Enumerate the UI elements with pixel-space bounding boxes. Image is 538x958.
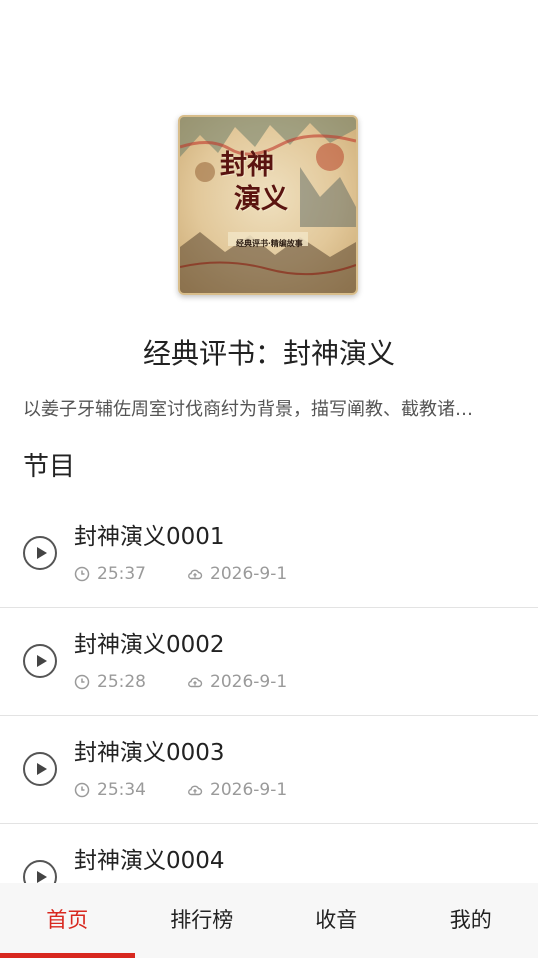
nav-mine[interactable]: 我的 [404,883,538,958]
cover-title: 封神 演义 [220,149,300,217]
episode-title: 封神演义0001 [74,524,225,550]
episode-title: 封神演义0002 [74,632,225,658]
play-icon[interactable] [23,752,57,786]
episode-meta: 25:34 2026-9-1 [74,780,287,800]
episode-date: 2026-9-1 [210,564,288,584]
nav-mine-label: 我的 [449,908,492,932]
book-title: 经典评书：封神演义 [142,337,395,370]
nav-radio-label: 收音 [315,908,358,932]
cover-subtitle: 经典评书·精编故事 [236,238,303,248]
episode-date: 2026-9-1 [210,672,288,692]
episode-item[interactable]: 封神演义0002 25:28 2026-9-1 [0,608,538,716]
nav-home[interactable]: 首页 [0,883,135,958]
upload-cloud-icon [188,677,203,688]
episode-date: 2026-9-1 [210,780,288,800]
upload-cloud-icon [188,569,203,580]
cover-title-line1: 封神 [220,150,274,181]
episode-duration: 25:28 [97,672,146,692]
play-icon[interactable] [23,644,57,678]
page: 封神 演义 经典评书·精编故事 经典评书：封神演义 以姜子牙辅佐周室讨伐商纣为背… [0,0,538,958]
episode-item[interactable]: 封神演义0001 25:37 2026-9-1 [0,500,538,608]
section-title: 节目 [23,452,76,482]
book-cover-image: 封神 演义 经典评书·精编故事 [178,115,358,295]
episode-list: 封神演义0001 25:37 2026-9-1 封神演义0002 25:28 2… [0,500,538,932]
cover-title-line2: 演义 [234,184,288,215]
active-tab-indicator [0,953,135,958]
nav-home-label: 首页 [46,908,89,932]
episode-duration: 25:34 [97,780,146,800]
bottom-navigation: 首页 排行榜 收音 我的 [0,883,538,958]
episode-meta: 25:28 2026-9-1 [74,672,287,692]
book-description[interactable]: 以姜子牙辅佐周室讨伐商纣为背景，描写阐教、截教诸… [23,395,508,421]
clock-icon [74,782,90,798]
nav-radio[interactable]: 收音 [269,883,404,958]
episode-item[interactable]: 封神演义0003 25:34 2026-9-1 [0,716,538,824]
clock-icon [74,566,90,582]
episode-duration: 25:37 [97,564,146,584]
nav-ranking[interactable]: 排行榜 [135,883,270,958]
nav-ranking-label: 排行榜 [170,908,234,932]
upload-cloud-icon [188,785,203,796]
episode-title: 封神演义0003 [74,740,225,766]
clock-icon [74,674,90,690]
episode-title: 封神演义0004 [74,848,225,874]
episode-meta: 25:37 2026-9-1 [74,564,287,584]
play-icon[interactable] [23,536,57,570]
